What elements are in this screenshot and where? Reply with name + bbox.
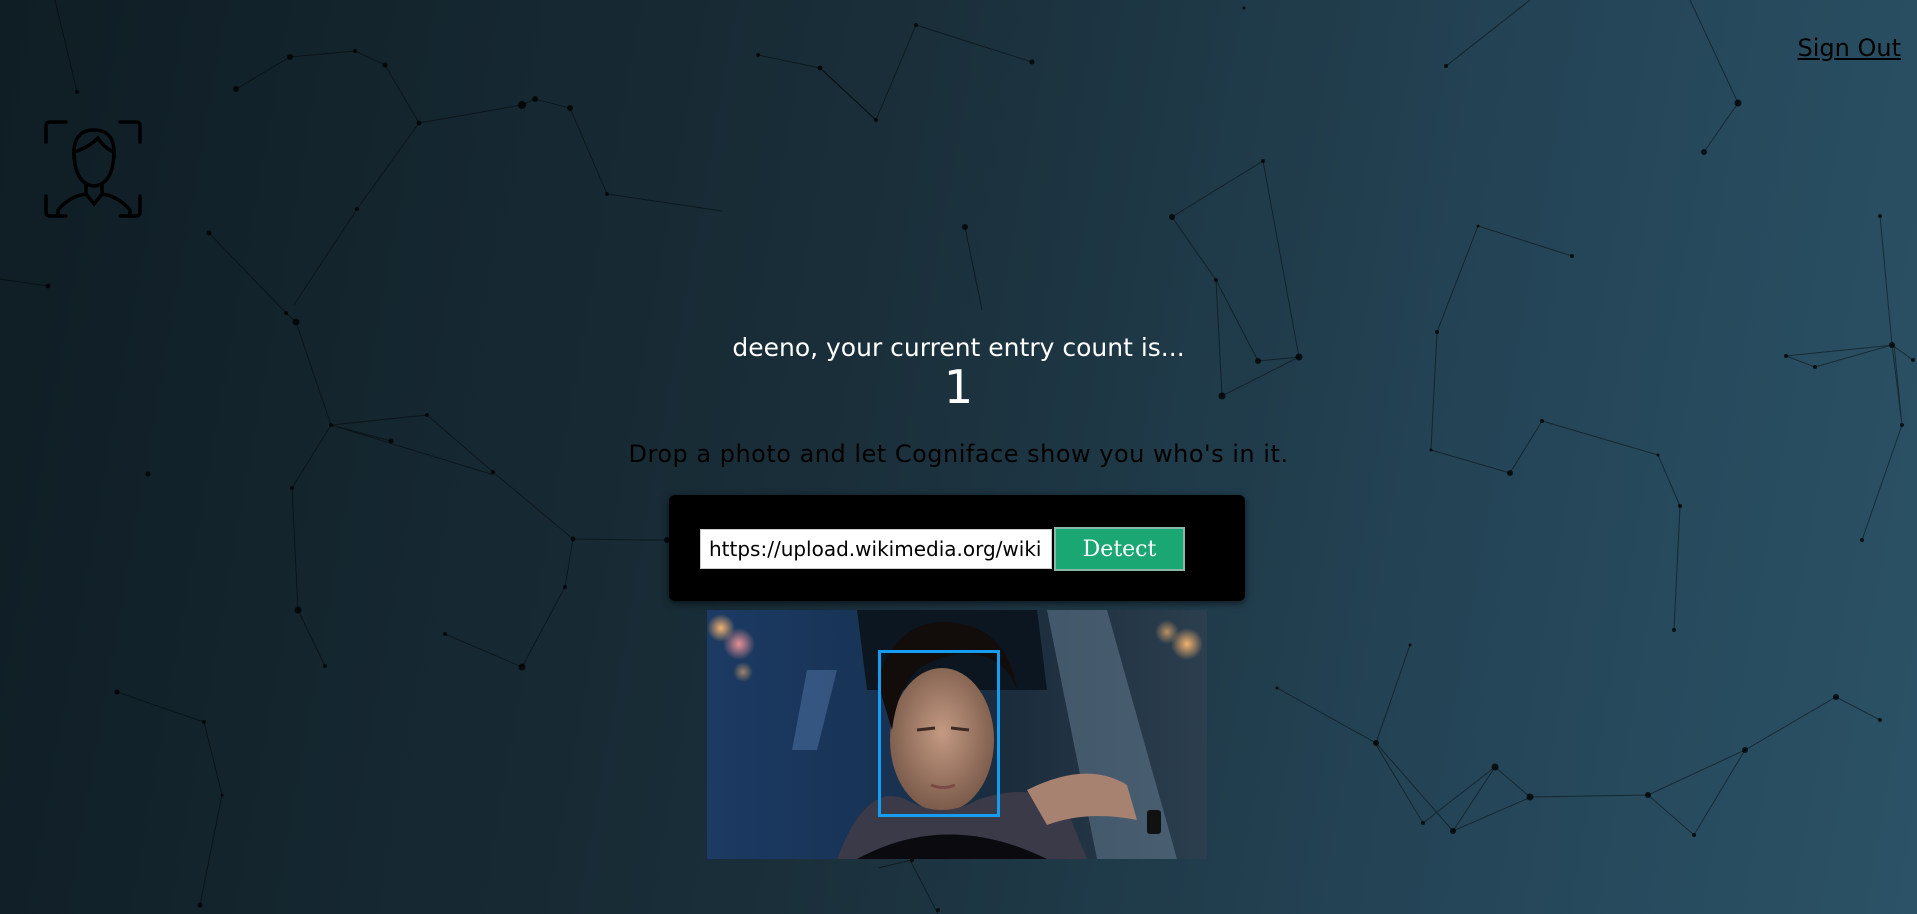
detect-button[interactable]: Detect	[1054, 527, 1185, 571]
entry-count-message: deeno, your current entry count is...	[732, 333, 1185, 362]
sign-out-link[interactable]: Sign Out	[1798, 34, 1902, 62]
face-scan-icon	[44, 120, 142, 218]
face-scan-logo	[44, 120, 142, 218]
instruction-text: Drop a photo and let Cogniface show you …	[628, 440, 1289, 468]
face-bounding-box	[878, 650, 1000, 817]
image-url-form: Detect	[669, 495, 1245, 601]
entry-count-value: 1	[943, 360, 974, 414]
image-url-input[interactable]	[700, 529, 1052, 569]
detected-photo	[707, 610, 1207, 859]
